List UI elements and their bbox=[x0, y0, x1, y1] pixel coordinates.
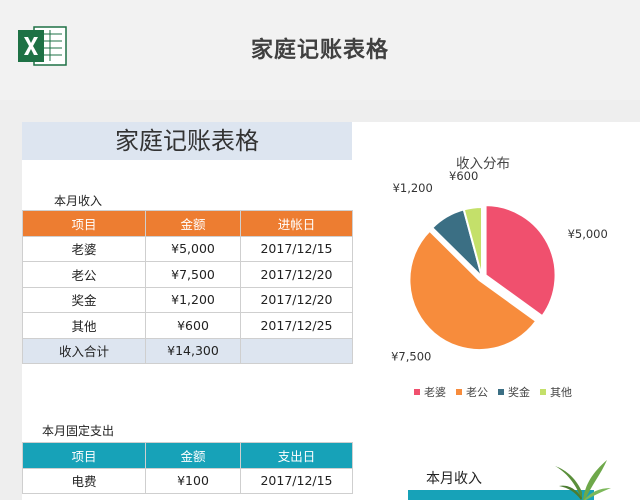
table-cell[interactable]: 2017/12/20 bbox=[240, 261, 353, 288]
table-header-row: 项目 金额 进帐日 bbox=[22, 210, 353, 237]
table-cell[interactable]: ¥5,000 bbox=[145, 235, 241, 262]
income-table: 项目 金额 进帐日 老婆 ¥5,000 2017/12/15 老公 ¥7,500… bbox=[22, 210, 353, 364]
legend-label: 老婆 bbox=[424, 386, 446, 399]
plant-icon bbox=[555, 460, 611, 500]
table-cell[interactable] bbox=[240, 337, 353, 364]
table-cell[interactable]: 其他 bbox=[22, 312, 146, 339]
table-header-row: 项目 金额 支出日 bbox=[22, 442, 353, 469]
table-row: 其他 ¥600 2017/12/25 bbox=[22, 312, 353, 339]
table-cell[interactable]: 2017/12/20 bbox=[240, 286, 353, 313]
table-cell[interactable]: 老婆 bbox=[22, 235, 146, 262]
table-row: 奖金 ¥1,200 2017/12/20 bbox=[22, 286, 353, 313]
table-cell[interactable]: ¥14,300 bbox=[145, 337, 241, 364]
table-cell[interactable]: 奖金 bbox=[22, 286, 146, 313]
income-section-label: 本月收入 bbox=[54, 194, 103, 208]
page-title: 家庭记账表格 bbox=[250, 38, 389, 63]
table-cell[interactable]: ¥7,500 bbox=[145, 261, 241, 288]
table-row: 老婆 ¥5,000 2017/12/15 bbox=[22, 235, 353, 262]
table-cell[interactable]: ¥1,200 bbox=[145, 286, 241, 313]
expense-table: 项目 金额 支出日 电费 ¥100 2017/12/15 bbox=[22, 442, 353, 494]
pie-data-label: ¥7,500 bbox=[391, 350, 431, 364]
table-cell[interactable]: 2017/12/15 bbox=[240, 467, 353, 494]
pie-data-label: ¥5,000 bbox=[568, 227, 608, 241]
legend-swatch bbox=[456, 389, 462, 395]
app-header: 家庭记账表格 bbox=[0, 0, 640, 100]
table-cell[interactable]: ¥600 bbox=[145, 312, 241, 339]
table-cell[interactable]: 2017/12/15 bbox=[240, 235, 353, 262]
card-title: 本月收入 bbox=[426, 471, 482, 487]
column-header[interactable]: 项目 bbox=[22, 210, 146, 237]
column-header[interactable]: 进帐日 bbox=[240, 210, 353, 237]
table-row: 老公 ¥7,500 2017/12/20 bbox=[22, 261, 353, 288]
table-cell[interactable]: 电费 bbox=[22, 467, 146, 494]
legend-swatch bbox=[414, 389, 420, 395]
table-row: 电费 ¥100 2017/12/15 bbox=[22, 467, 353, 494]
legend-item-老公[interactable]: 老公 bbox=[456, 386, 488, 399]
table-total-row: 收入合计 ¥14,300 bbox=[22, 337, 353, 364]
table-cell[interactable]: ¥100 bbox=[145, 467, 241, 494]
column-header[interactable]: 金额 bbox=[145, 210, 241, 237]
column-header[interactable]: 项目 bbox=[22, 442, 146, 469]
legend-label: 其他 bbox=[550, 386, 572, 399]
legend-label: 奖金 bbox=[508, 385, 530, 399]
table-cell[interactable]: 2017/12/25 bbox=[240, 312, 353, 339]
legend-item-奖金[interactable]: 奖金 bbox=[498, 385, 530, 399]
income-pie-chart: 收入分布 ¥5,000¥7,500¥1,200¥600 老婆 老公 奖金 其他 bbox=[391, 156, 608, 399]
expense-section-label: 本月固定支出 bbox=[42, 424, 115, 438]
column-header[interactable]: 支出日 bbox=[240, 442, 353, 469]
sheet-title: 家庭记账表格 bbox=[115, 127, 259, 155]
legend-swatch bbox=[540, 389, 546, 395]
legend-item-老婆[interactable]: 老婆 bbox=[414, 386, 446, 399]
pie-data-label: ¥600 bbox=[449, 169, 478, 183]
table-cell[interactable]: 老公 bbox=[22, 261, 146, 288]
table-cell[interactable]: 收入合计 bbox=[22, 337, 146, 364]
legend-swatch bbox=[498, 389, 504, 395]
pie-data-label: ¥1,200 bbox=[393, 181, 433, 195]
column-header[interactable]: 金额 bbox=[145, 442, 241, 469]
spreadsheet-sheet: 家庭记账表格 本月收入 项目 金额 进帐日 老婆 ¥5,000 2017/12/… bbox=[22, 122, 640, 500]
legend-item-其他[interactable]: 其他 bbox=[540, 386, 572, 399]
legend-label: 老公 bbox=[466, 386, 488, 399]
